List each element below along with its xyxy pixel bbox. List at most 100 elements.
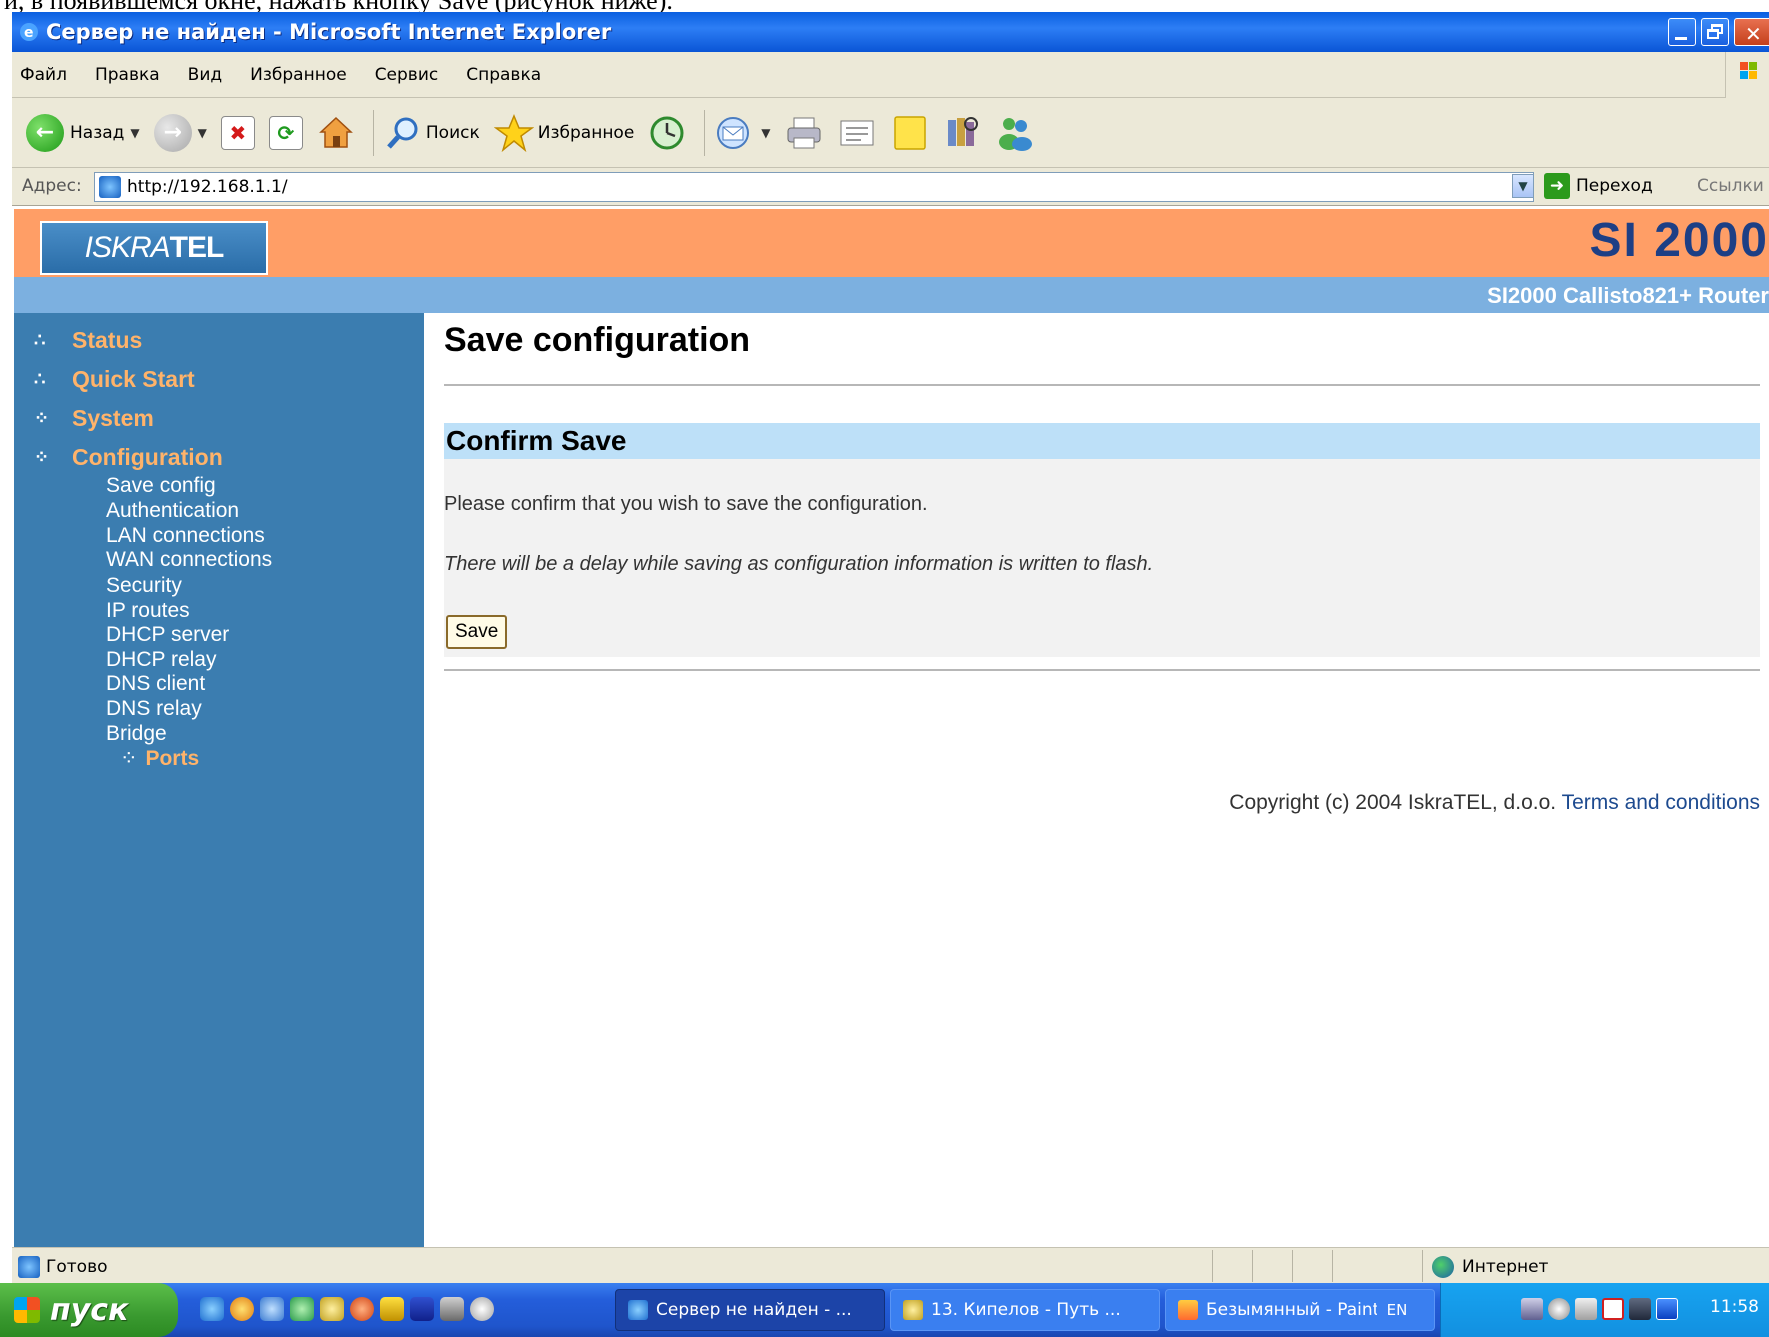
zone-label: Интернет bbox=[1462, 1257, 1549, 1277]
nav-save-config[interactable]: Save config bbox=[106, 474, 216, 498]
windows-flag-icon bbox=[14, 1297, 40, 1323]
web-page: ISKRA TEL SI 2000 SI2000 Callisto821+ Rou… bbox=[12, 207, 1769, 1247]
nav-bridge[interactable]: Bridge bbox=[106, 722, 167, 746]
outlook-icon[interactable] bbox=[260, 1297, 284, 1321]
nav-quick-start[interactable]: ∴ Quick Start bbox=[34, 366, 195, 393]
nav-system[interactable]: ⁘ System bbox=[34, 405, 154, 432]
back-button[interactable]: ← Назад ▼ bbox=[26, 113, 140, 152]
edit-page-icon bbox=[840, 120, 874, 145]
refresh-button[interactable]: ⟳ bbox=[268, 115, 303, 150]
nav-security[interactable]: Security bbox=[106, 574, 182, 598]
copyright-app-icon[interactable] bbox=[470, 1297, 494, 1321]
terms-link[interactable]: Terms and conditions bbox=[1562, 791, 1760, 814]
winamp-icon bbox=[903, 1300, 923, 1320]
print-button[interactable] bbox=[785, 114, 823, 152]
confirm-panel: Confirm Save Please confirm that you wis… bbox=[444, 423, 1760, 657]
task-ie[interactable]: Сервер не найден - ... bbox=[615, 1289, 885, 1331]
nav-authentication[interactable]: Authentication bbox=[106, 499, 239, 523]
nav-dhcp-relay[interactable]: DHCP relay bbox=[106, 648, 216, 672]
stop-button[interactable]: ✖ bbox=[220, 115, 255, 150]
star-icon bbox=[493, 113, 534, 152]
research-button[interactable] bbox=[943, 114, 981, 152]
toolbar: ← Назад ▼ → ▼ ✖ ⟳ Поиск Избранное ▼ bbox=[12, 98, 1769, 168]
far-manager-icon[interactable] bbox=[380, 1297, 404, 1321]
task-player-label: 13. Кипелов - Путь ... bbox=[931, 1300, 1121, 1320]
system-tray: EN 11:58 bbox=[1377, 1283, 1769, 1337]
status-bar: Готово Интернет bbox=[12, 1247, 1769, 1283]
status-divider bbox=[1332, 1250, 1333, 1282]
winamp-icon[interactable] bbox=[320, 1297, 344, 1321]
floppy-icon[interactable] bbox=[410, 1297, 434, 1321]
minimize-button[interactable] bbox=[1668, 18, 1696, 46]
nav-wan-connections[interactable]: WAN connections bbox=[106, 548, 272, 572]
brand-mark: SI 2000 bbox=[1589, 214, 1769, 267]
home-icon bbox=[318, 116, 353, 148]
address-input[interactable]: http://192.168.1.1/ bbox=[94, 172, 1534, 202]
menu-view[interactable]: Вид bbox=[188, 65, 222, 85]
cd-tray-icon[interactable] bbox=[1548, 1298, 1570, 1320]
toolbar-separator bbox=[704, 109, 706, 156]
display-tray-icon[interactable] bbox=[1629, 1298, 1651, 1320]
ie-quicklaunch-icon[interactable] bbox=[200, 1297, 224, 1321]
media-player-icon[interactable] bbox=[230, 1297, 254, 1321]
forward-button[interactable]: → ▼ bbox=[153, 113, 207, 152]
links-button[interactable]: Ссылки bbox=[1697, 176, 1764, 196]
dots-icon: ∴ bbox=[34, 330, 46, 350]
usb-tray-icon[interactable] bbox=[1575, 1298, 1597, 1320]
grid-tray-icon[interactable] bbox=[1602, 1298, 1624, 1320]
messenger-quicklaunch-icon[interactable] bbox=[290, 1297, 314, 1321]
address-dropdown-button[interactable]: ▼ bbox=[1512, 174, 1534, 198]
research-icon bbox=[947, 116, 978, 146]
refresh-icon: ⟳ bbox=[268, 115, 303, 150]
restore-button[interactable] bbox=[1701, 18, 1729, 46]
history-icon bbox=[650, 116, 684, 149]
expand-dots-icon: ⁘ bbox=[120, 747, 138, 770]
volume-tray-icon[interactable] bbox=[1656, 1298, 1678, 1320]
menu-file[interactable]: Файл bbox=[20, 65, 67, 85]
close-button[interactable]: ✕ bbox=[1734, 18, 1769, 46]
edit-button[interactable] bbox=[837, 115, 877, 151]
network-tray-icon[interactable] bbox=[1521, 1298, 1543, 1320]
dropdown-arrow-icon: ▼ bbox=[130, 125, 140, 140]
search-button[interactable]: Поиск bbox=[384, 114, 480, 152]
nav-configuration[interactable]: ⁘ Configuration bbox=[34, 444, 223, 471]
page-title: Save configuration bbox=[444, 321, 751, 359]
nav-lan-connections[interactable]: LAN connections bbox=[106, 524, 265, 548]
back-arrow-icon: ← bbox=[26, 113, 64, 152]
messenger-button[interactable] bbox=[995, 114, 1035, 152]
copyright-text: Copyright (c) 2004 IskraTEL, d.o.o. bbox=[1229, 791, 1557, 814]
nav-ip-routes[interactable]: IP routes bbox=[106, 599, 190, 623]
nav-ports[interactable]: ⁘ Ports bbox=[120, 746, 199, 771]
task-player[interactable]: 13. Кипелов - Путь ... bbox=[890, 1289, 1160, 1331]
header-banner: ISKRA TEL SI 2000 bbox=[14, 209, 1769, 277]
go-button[interactable]: ➜ Переход bbox=[1544, 173, 1653, 199]
page-icon bbox=[18, 1256, 40, 1278]
nav-dns-relay[interactable]: DNS relay bbox=[106, 697, 202, 721]
divider bbox=[444, 669, 1760, 671]
menu-help[interactable]: Справка bbox=[466, 65, 541, 85]
mail-button[interactable]: ▼ bbox=[715, 115, 771, 151]
discuss-button[interactable] bbox=[891, 114, 929, 152]
globe-icon bbox=[1432, 1256, 1454, 1278]
history-button[interactable] bbox=[648, 114, 686, 152]
nav-status[interactable]: ∴ Status bbox=[34, 327, 142, 354]
printer-icon bbox=[787, 117, 821, 148]
home-button[interactable] bbox=[317, 114, 355, 152]
ie-icon bbox=[628, 1300, 648, 1320]
favorites-button[interactable]: Избранное bbox=[493, 113, 634, 153]
status-divider bbox=[1422, 1250, 1423, 1282]
menu-favorites[interactable]: Избранное bbox=[250, 65, 347, 85]
dropdown-arrow-icon: ▼ bbox=[761, 125, 771, 140]
menu-edit[interactable]: Правка bbox=[95, 65, 160, 85]
save-button[interactable]: Save bbox=[446, 615, 508, 649]
search-label: Поиск bbox=[425, 122, 480, 143]
start-button[interactable]: пуск bbox=[0, 1283, 178, 1337]
opera-icon[interactable] bbox=[350, 1297, 374, 1321]
menu-tools[interactable]: Сервис bbox=[375, 65, 439, 85]
status-divider bbox=[1252, 1250, 1253, 1282]
go-label: Переход bbox=[1576, 176, 1653, 196]
calculator-icon[interactable] bbox=[440, 1297, 464, 1321]
language-indicator[interactable]: EN bbox=[1377, 1297, 1417, 1323]
nav-dhcp-server[interactable]: DHCP server bbox=[106, 623, 229, 647]
nav-dns-client[interactable]: DNS client bbox=[106, 672, 205, 696]
